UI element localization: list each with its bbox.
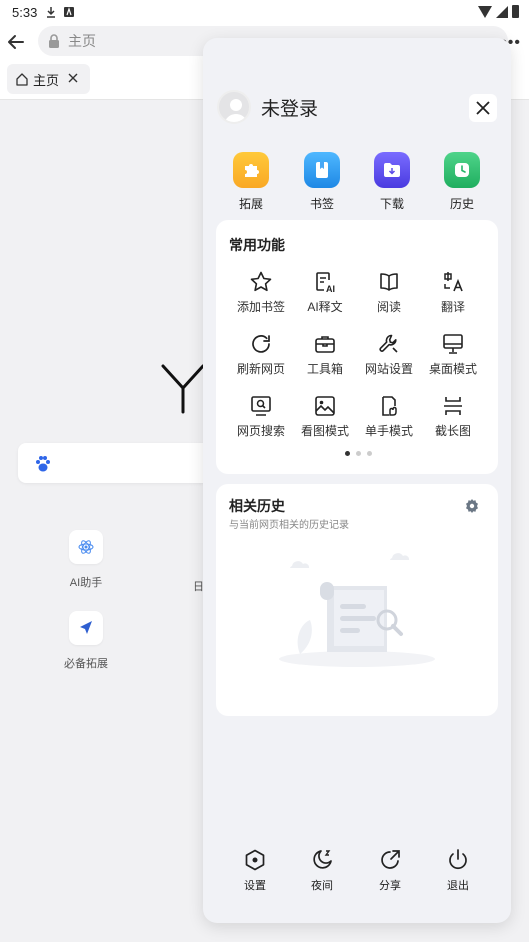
baidu-paw-icon — [34, 455, 52, 473]
quick-label: 拓展 — [238, 197, 263, 211]
fn-refresh[interactable]: 刷新网页 — [229, 332, 293, 377]
quick-label: 书签 — [309, 197, 334, 211]
settings-button[interactable]: 设置 — [230, 848, 280, 893]
svg-text:AI: AI — [326, 284, 335, 294]
page-dot[interactable] — [345, 451, 350, 456]
clock-icon — [444, 152, 480, 188]
share-icon — [378, 848, 402, 872]
section-title: 相关历史 — [229, 498, 285, 514]
fn-desktop-mode[interactable]: 桌面模式 — [421, 332, 485, 377]
section-subtitle: 与当前网页相关的历史记录 — [229, 520, 349, 531]
address-text: 主页 — [68, 33, 96, 49]
battery-icon — [512, 5, 519, 18]
wifi-icon — [478, 5, 492, 18]
toolbox-icon — [313, 332, 337, 356]
fn-image-mode[interactable]: 看图模式 — [293, 394, 357, 439]
tile-label: AI助手 — [69, 577, 103, 589]
page-dot[interactable] — [356, 451, 361, 456]
empty-history-illustration — [272, 544, 442, 669]
quick-label: 下载 — [379, 197, 404, 211]
page-search-icon — [249, 394, 273, 418]
back-arrow-icon[interactable] — [6, 32, 26, 52]
share-button[interactable]: 分享 — [365, 848, 415, 893]
puzzle-icon — [233, 152, 269, 188]
fn-ai-text[interactable]: AI AI释文 — [293, 270, 357, 315]
fn-site-settings[interactable]: 网站设置 — [357, 332, 421, 377]
related-history-card: 相关历史 与当前网页相关的历史记录 — [216, 484, 498, 716]
star-icon — [249, 270, 273, 294]
desktop-icon — [441, 332, 465, 356]
fn-page-search[interactable]: 网页搜索 — [229, 394, 293, 439]
close-tab-icon[interactable] — [66, 71, 80, 85]
night-mode-button[interactable]: 夜间 — [297, 848, 347, 893]
book-open-icon — [377, 270, 401, 294]
quick-extensions[interactable]: 拓展 — [221, 152, 281, 212]
atom-icon — [69, 530, 103, 564]
lock-icon — [48, 34, 60, 48]
home-tile-extensions[interactable]: 必备拓展 — [56, 611, 116, 671]
common-functions-card: 常用功能 添加书签 AI AI释文 阅读 翻译 刷新网页 工具箱 网站设置 桌面… — [216, 220, 498, 474]
home-tile-ai-assistant[interactable]: AI助手 — [56, 530, 116, 590]
ai-text-icon: AI — [313, 270, 337, 294]
send-icon — [69, 611, 103, 645]
tab-label: 主页 — [33, 72, 60, 88]
fn-add-bookmark[interactable]: 添加书签 — [229, 270, 293, 315]
one-hand-icon — [377, 394, 401, 418]
quick-history[interactable]: 历史 — [432, 152, 492, 212]
power-icon — [446, 848, 470, 872]
home-search-box[interactable] — [18, 443, 228, 483]
avatar — [217, 90, 251, 124]
browser-menu-panel: 未登录 拓展 书签 下载 历史 常用功能 添加书签 AI AI释文 阅读 翻译 … — [203, 38, 511, 923]
page-indicator — [345, 451, 372, 456]
refresh-icon — [249, 332, 273, 356]
fn-toolbox[interactable]: 工具箱 — [293, 332, 357, 377]
user-account[interactable]: 未登录 — [217, 90, 318, 124]
translate-icon — [441, 270, 465, 294]
tile-label: 必备拓展 — [64, 658, 108, 670]
home-icon — [15, 72, 29, 86]
close-icon — [476, 101, 490, 115]
status-bar: 5:33 — [0, 0, 529, 24]
gear-icon[interactable] — [464, 498, 480, 514]
moon-icon — [310, 848, 334, 872]
home-logo — [160, 362, 206, 414]
quick-label: 历史 — [449, 197, 474, 211]
bookmark-book-icon — [304, 152, 340, 188]
long-screenshot-icon — [441, 394, 465, 418]
signal-icon — [496, 5, 508, 18]
image-icon — [313, 394, 337, 418]
page-dot[interactable] — [367, 451, 372, 456]
download-folder-icon — [374, 152, 410, 188]
fn-long-screenshot[interactable]: 截长图 — [421, 394, 485, 439]
wrench-icon — [377, 332, 401, 356]
tab-home[interactable]: 主页 — [7, 64, 90, 94]
fn-reader[interactable]: 阅读 — [357, 270, 421, 315]
app-status-icon — [63, 6, 75, 18]
status-time: 5:33 — [12, 4, 38, 20]
close-menu-button[interactable] — [469, 94, 497, 122]
user-name: 未登录 — [261, 98, 319, 120]
download-status-icon — [45, 6, 57, 18]
fn-translate[interactable]: 翻译 — [421, 270, 485, 315]
quick-bookmarks[interactable]: 书签 — [292, 152, 352, 212]
quick-downloads[interactable]: 下载 — [362, 152, 422, 212]
exit-button[interactable]: 退出 — [433, 848, 483, 893]
section-title: 常用功能 — [229, 237, 285, 253]
settings-hex-icon — [243, 848, 267, 872]
fn-one-hand-mode[interactable]: 单手模式 — [357, 394, 421, 439]
